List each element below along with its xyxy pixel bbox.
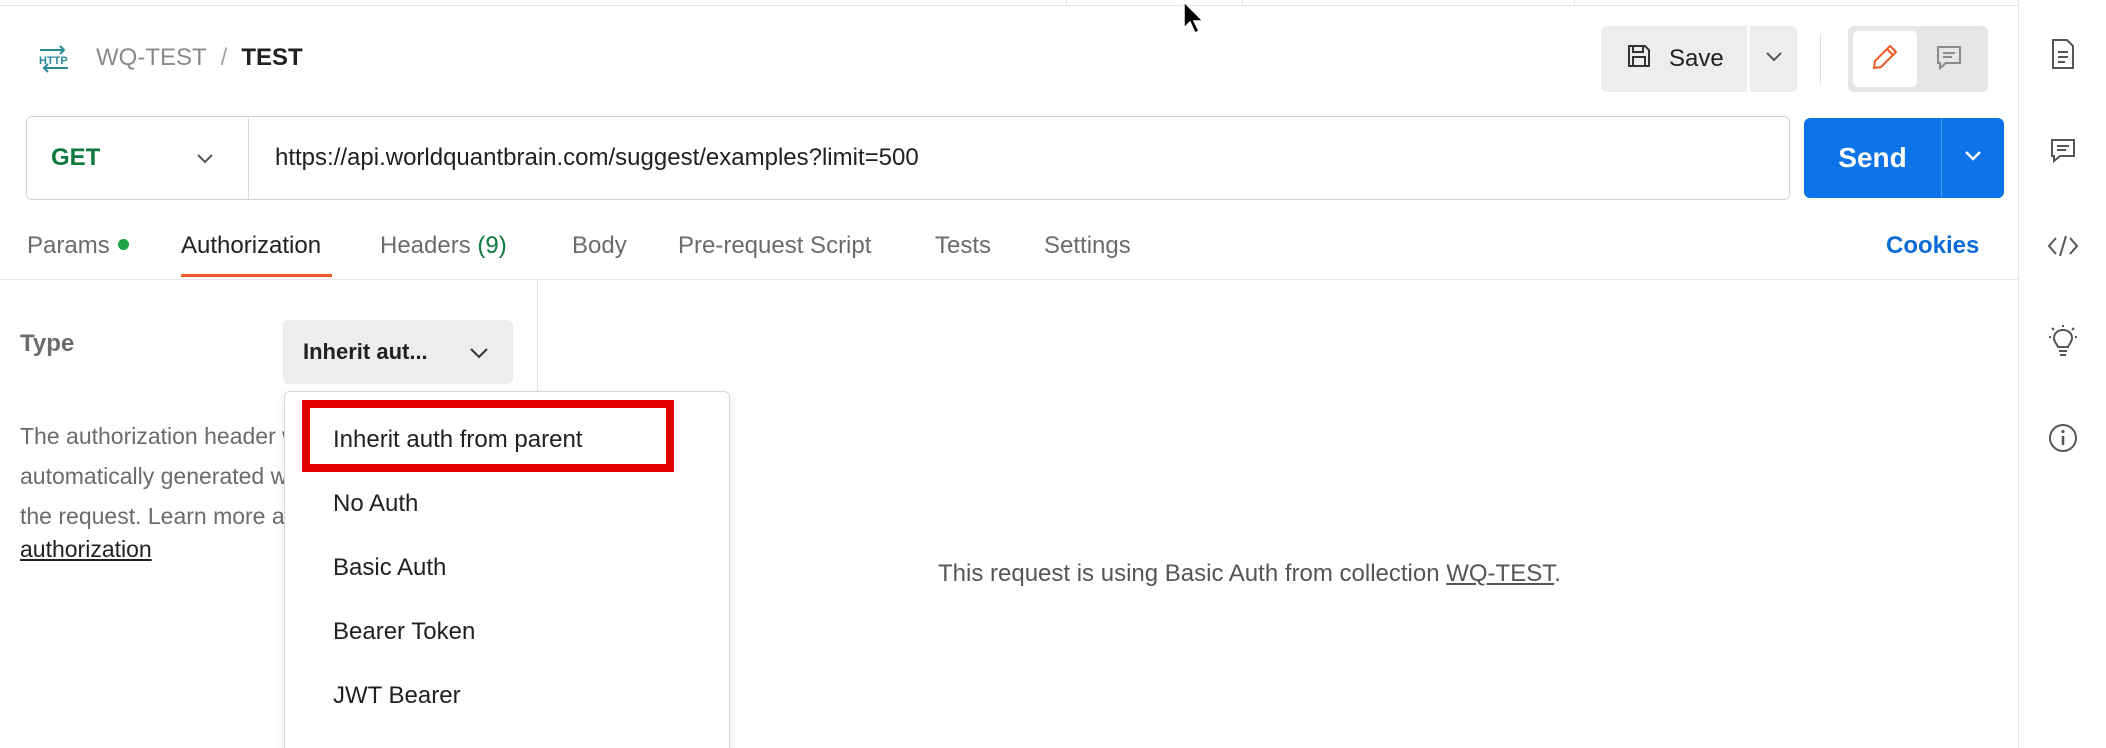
pencil-icon <box>1870 42 1900 77</box>
description-line: The authorization header will be <box>20 423 300 449</box>
tab-headers[interactable]: Headers (9) <box>380 232 507 260</box>
breadcrumb-separator: / <box>220 44 228 71</box>
auth-type-value: Inherit aut... <box>303 339 428 364</box>
auth-type-select[interactable]: Inherit aut... <box>283 320 513 384</box>
auth-description: The authorization header will be automat… <box>20 416 300 536</box>
send-button[interactable]: Send <box>1804 118 1941 198</box>
method-label: GET <box>51 144 101 171</box>
status-dot <box>117 239 129 251</box>
breadcrumb: WQ-TEST / TEST <box>96 44 303 72</box>
cookies-link[interactable]: Cookies <box>1886 232 1979 260</box>
tab-label: Tests <box>935 232 992 259</box>
mode-toggle <box>1848 26 1988 92</box>
option-inherit-auth[interactable]: Inherit auth from parent <box>333 426 582 454</box>
send-options-button[interactable] <box>1941 118 2004 198</box>
message-suffix: . <box>1554 560 1561 587</box>
message-text: This request is using Basic Auth from co… <box>938 560 1447 587</box>
learn-authorization-link[interactable]: authorization <box>20 536 152 563</box>
tab-label: Body <box>572 232 627 259</box>
chevron-down-icon <box>196 144 214 172</box>
description-line: the request. Learn more about <box>20 503 300 529</box>
request-tabs: Params Authorization Headers (9) Body Pr… <box>0 218 2018 280</box>
svg-text:HTTP: HTTP <box>39 55 68 67</box>
floppy-disk-icon <box>1625 42 1669 77</box>
chevron-down-icon <box>1765 50 1783 68</box>
tab-settings[interactable]: Settings <box>1044 232 1131 260</box>
headers-count: (9) <box>477 232 507 259</box>
info-icon[interactable] <box>2043 418 2083 458</box>
comment-icon[interactable] <box>2043 130 2083 170</box>
active-tab-indicator <box>181 274 332 277</box>
collection-link[interactable]: WQ-TEST <box>1446 560 1554 587</box>
url-bar: GET <box>26 116 1790 200</box>
auth-inherit-message: This request is using Basic Auth from co… <box>938 560 1561 588</box>
send-button-group: Send <box>1804 118 2004 198</box>
mouse-cursor <box>1182 0 1208 41</box>
code-icon[interactable] <box>2043 226 2083 266</box>
comment-icon <box>1934 42 1964 77</box>
auth-type-dropdown: Inherit auth from parent No Auth Basic A… <box>284 391 730 748</box>
method-select[interactable]: GET <box>27 117 249 199</box>
document-icon[interactable] <box>2043 34 2083 74</box>
tab-label: Pre-request Script <box>678 232 872 259</box>
description-line: automatically generated when you send <box>20 463 300 489</box>
option-jwt-bearer[interactable]: JWT Bearer <box>333 682 461 710</box>
breadcrumb-request-name[interactable]: TEST <box>241 44 302 72</box>
right-sidebar <box>2018 0 2106 748</box>
save-options-button[interactable] <box>1750 26 1797 92</box>
save-label: Save <box>1669 45 1724 72</box>
tab-params[interactable]: Params <box>27 232 129 260</box>
tab-body[interactable]: Body <box>572 232 627 260</box>
tab-label: Headers <box>380 232 471 259</box>
edit-mode-button[interactable] <box>1853 31 1917 87</box>
comment-mode-button[interactable] <box>1917 31 1981 87</box>
tab-pre-request-script[interactable]: Pre-request Script <box>678 232 871 260</box>
tab-label: Settings <box>1044 232 1131 259</box>
request-header: HTTP WQ-TEST / TEST Save <box>0 6 2018 101</box>
option-no-auth[interactable]: No Auth <box>333 490 418 518</box>
save-button-group: Save <box>1601 26 1797 92</box>
auth-type-label: Type <box>20 330 75 357</box>
chevron-down-icon <box>469 339 489 365</box>
option-bearer-token[interactable]: Bearer Token <box>333 618 475 646</box>
save-button[interactable]: Save <box>1601 26 1747 92</box>
http-icon: HTTP <box>36 40 72 76</box>
tab-authorization[interactable]: Authorization <box>181 232 321 260</box>
tab-label: Authorization <box>181 232 322 259</box>
tab-tests[interactable]: Tests <box>935 232 991 260</box>
option-basic-auth[interactable]: Basic Auth <box>333 554 446 582</box>
toolbar-divider <box>1820 34 1821 84</box>
url-input[interactable] <box>249 117 1789 199</box>
breadcrumb-collection[interactable]: WQ-TEST <box>96 44 207 72</box>
tab-label: Params <box>27 232 110 259</box>
chevron-down-icon <box>1964 149 1982 167</box>
lightbulb-icon[interactable] <box>2043 322 2083 362</box>
